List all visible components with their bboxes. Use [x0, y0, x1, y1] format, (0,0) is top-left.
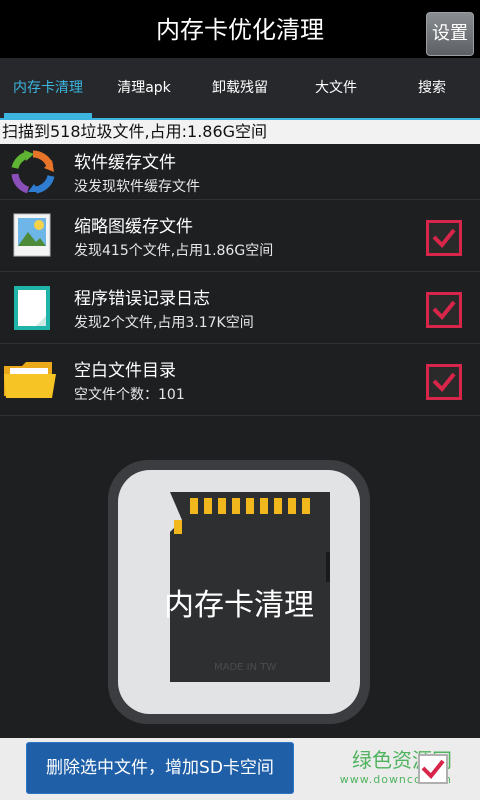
list-item[interactable]: 缩略图缓存文件 发现415个文件,占用1.86G空间 [0, 200, 480, 272]
item-subtitle: 发现415个文件,占用1.86G空间 [74, 243, 274, 259]
item-subtitle: 发现2个文件,占用3.17K空间 [74, 315, 254, 331]
sd-card-imprint: MADE IN TW [214, 662, 277, 673]
list-item[interactable]: 空白文件目录 空文件个数：101 [0, 344, 480, 416]
item-subtitle: 没发现软件缓存文件 [74, 179, 200, 195]
item-title: 空白文件目录 [74, 361, 176, 381]
tab-sdcard-clean[interactable]: 内存卡清理 [0, 58, 96, 118]
tab-bar: 内存卡清理 清理apk 卸载残留 大文件 搜索 [0, 58, 480, 120]
item-subtitle: 空文件个数：101 [74, 387, 185, 403]
tab-clean-apk[interactable]: 清理apk [96, 58, 192, 118]
settings-button[interactable]: 设置 [426, 12, 474, 56]
tab-large-files[interactable]: 大文件 [288, 58, 384, 118]
sdcard-clean-button[interactable]: 内存卡清理 MADE IN TW [108, 460, 370, 724]
sdcard-button-label: 内存卡清理 [164, 588, 314, 623]
picture-icon [8, 212, 58, 260]
item-title: 程序错误记录日志 [74, 289, 210, 309]
check-icon [432, 372, 456, 392]
scan-summary: 扫描到518垃圾文件,占用:1.86G空间 [0, 120, 480, 144]
check-icon [421, 759, 445, 779]
sdcard-button-face: 内存卡清理 MADE IN TW [118, 470, 360, 714]
title-bar: 内存卡优化清理 设置 [0, 0, 480, 58]
tab-search[interactable]: 搜索 [384, 58, 480, 118]
item-checkbox[interactable] [426, 220, 462, 256]
check-icon [432, 300, 456, 320]
list-item[interactable]: 程序错误记录日志 发现2个文件,占用3.17K空间 [0, 272, 480, 344]
select-all-checkbox[interactable] [418, 754, 448, 784]
tab-uninstall-residue[interactable]: 卸载残留 [192, 58, 288, 118]
junk-list: 软件缓存文件 没发现软件缓存文件 缩略图缓存文件 发现415个文件,占用1.86… [0, 144, 480, 416]
check-icon [432, 228, 456, 248]
delete-selected-button[interactable]: 删除选中文件，增加SD卡空间 [26, 742, 294, 794]
item-checkbox[interactable] [426, 292, 462, 328]
list-item[interactable]: 软件缓存文件 没发现软件缓存文件 [0, 144, 480, 200]
refresh-cycle-icon [8, 148, 58, 196]
item-title: 缩略图缓存文件 [74, 217, 193, 237]
folder-icon [2, 356, 58, 404]
item-checkbox[interactable] [426, 364, 462, 400]
item-title: 软件缓存文件 [74, 153, 176, 173]
app-title: 内存卡优化清理 [156, 16, 324, 44]
document-icon [8, 284, 58, 332]
bottom-bar: 删除选中文件，增加SD卡空间 绿色资源网 www.downcc.com [0, 738, 480, 800]
